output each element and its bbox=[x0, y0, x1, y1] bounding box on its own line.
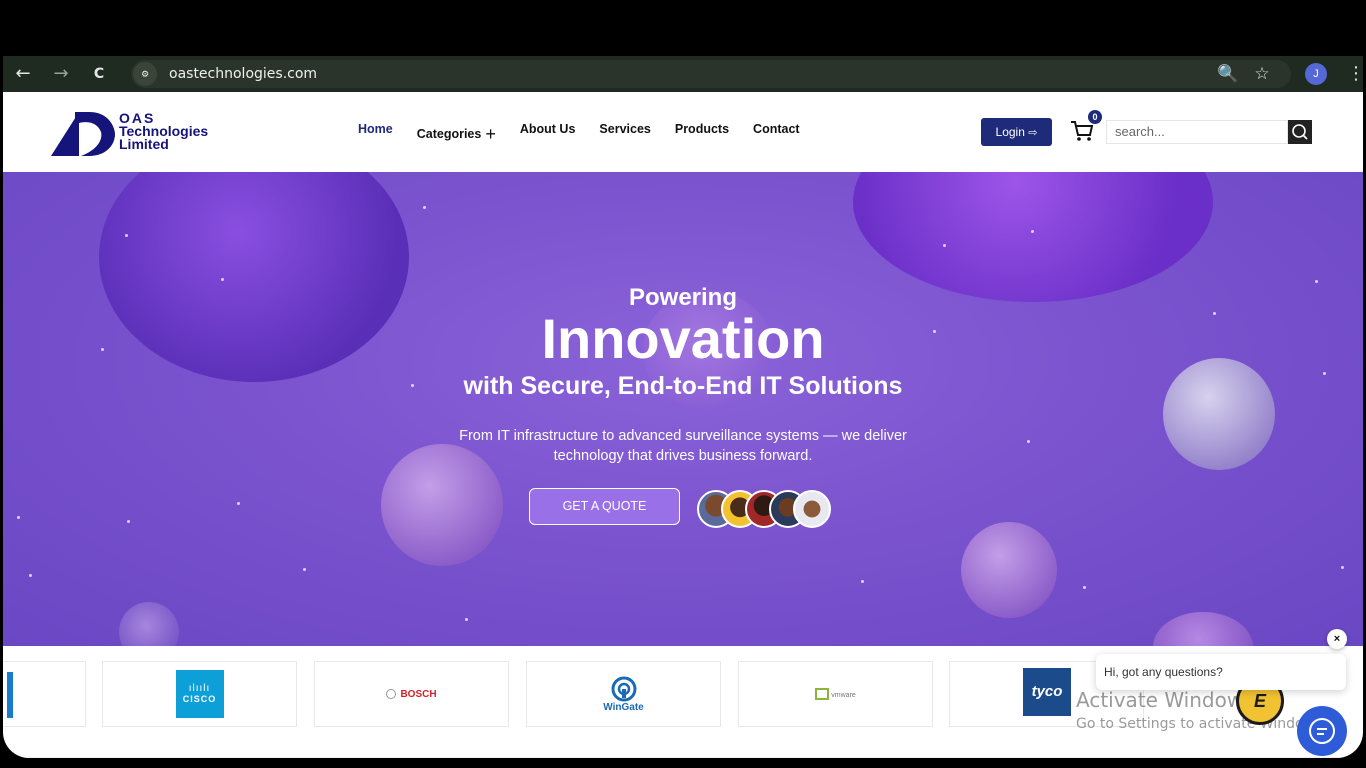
search-icon[interactable] bbox=[1288, 120, 1312, 144]
forward-icon[interactable]: → bbox=[49, 62, 73, 86]
bosch-text: BOSCH bbox=[400, 688, 437, 700]
login-button[interactable]: Login ⇨ bbox=[981, 118, 1052, 146]
brand-card[interactable] bbox=[3, 661, 86, 727]
chat-icon bbox=[1309, 718, 1335, 744]
zoom-icon[interactable]: 🔍 bbox=[1216, 62, 1240, 86]
brand-card-vmware[interactable]: vmware bbox=[738, 661, 933, 727]
tyco-logo: tyco bbox=[1023, 668, 1071, 716]
chat-launcher-button[interactable] bbox=[1297, 706, 1347, 756]
bookmark-star-icon[interactable]: ☆ bbox=[1250, 62, 1274, 86]
logo-mark-icon bbox=[51, 112, 115, 156]
brand-card-bosch[interactable]: BOSCH bbox=[314, 661, 509, 727]
customer-avatars bbox=[697, 490, 837, 528]
browser-toolbar: ← → C ⚙ oastechnologies.com 🔍 ☆ J ⋮ bbox=[3, 56, 1363, 92]
wingate-logo: WinGate bbox=[603, 676, 644, 713]
chat-greeting-bubble[interactable]: Hi, got any questions? bbox=[1096, 654, 1346, 690]
cisco-bars-icon: ılıılı bbox=[188, 683, 211, 694]
reload-icon[interactable]: C bbox=[87, 62, 111, 86]
logo-text: OAS Technologies Limited bbox=[119, 111, 208, 152]
profile-avatar[interactable]: J bbox=[1305, 63, 1327, 85]
nav-products[interactable]: Products bbox=[675, 122, 729, 142]
login-label: Login bbox=[995, 125, 1025, 139]
hero-subheading: with Secure, End-to-End IT Solutions bbox=[463, 372, 903, 400]
cart-count-badge: 0 bbox=[1088, 110, 1102, 124]
nav-contact[interactable]: Contact bbox=[753, 122, 800, 142]
vmware-text: vmware bbox=[831, 692, 856, 699]
company-logo[interactable]: OAS Technologies Limited bbox=[49, 110, 219, 156]
hero-description-line-2: technology that drives business forward. bbox=[553, 448, 813, 464]
site-info-icon[interactable]: ⚙ bbox=[133, 62, 157, 86]
cisco-logo: ılıılı CISCO bbox=[175, 670, 224, 718]
nav-categories[interactable]: Categories + bbox=[416, 122, 496, 144]
hero-description-line-1: From IT infrastructure to advanced surve… bbox=[459, 428, 907, 444]
back-icon[interactable]: ← bbox=[11, 62, 35, 86]
url-text[interactable]: oastechnologies.com bbox=[169, 66, 317, 82]
bosch-logo: BOSCH bbox=[386, 688, 437, 700]
wingate-text: WinGate bbox=[603, 701, 644, 713]
activate-windows-title: Activate Windows bbox=[1076, 688, 1254, 712]
brand-card-wingate[interactable]: WinGate bbox=[526, 661, 721, 727]
vmware-logo: vmware bbox=[815, 688, 856, 700]
activate-windows-subtitle: Go to Settings to activate Windows. bbox=[1076, 716, 1327, 732]
hero-content: Powering Innovation with Secure, End-to-… bbox=[3, 172, 1363, 646]
nav-categories-label: Categories bbox=[416, 127, 482, 141]
hero-section: Powering Innovation with Secure, End-to-… bbox=[3, 172, 1363, 646]
hero-description: From IT infrastructure to advanced surve… bbox=[433, 426, 933, 466]
customer-avatar bbox=[793, 490, 831, 528]
main-navigation: Home Categories + About Us Services Produ… bbox=[358, 122, 800, 144]
partial-brand-logo bbox=[7, 672, 13, 718]
bosch-mark-icon bbox=[386, 688, 397, 699]
cisco-text: CISCO bbox=[182, 694, 217, 704]
logo-line-3: Limited bbox=[119, 136, 169, 152]
plus-icon: + bbox=[485, 124, 496, 144]
nav-about-us[interactable]: About Us bbox=[520, 122, 576, 142]
nav-services[interactable]: Services bbox=[599, 122, 650, 142]
get-a-quote-button[interactable]: GET A QUOTE bbox=[529, 488, 680, 525]
nav-home[interactable]: Home bbox=[358, 122, 393, 142]
device-frame: ← → C ⚙ oastechnologies.com 🔍 ☆ J ⋮ OAS … bbox=[0, 0, 1366, 768]
brand-card-cisco[interactable]: ılıılı CISCO bbox=[102, 661, 297, 727]
wingate-icon bbox=[611, 676, 636, 701]
browser-menu-icon[interactable]: ⋮ bbox=[1347, 62, 1363, 86]
close-icon[interactable]: × bbox=[1327, 629, 1347, 649]
login-icon: ⇨ bbox=[1028, 126, 1038, 139]
search-input[interactable]: search... bbox=[1106, 120, 1288, 144]
vmware-mark-icon bbox=[815, 688, 830, 700]
site-header: OAS Technologies Limited Home Categories… bbox=[3, 92, 1363, 172]
screen: ← → C ⚙ oastechnologies.com 🔍 ☆ J ⋮ OAS … bbox=[3, 10, 1363, 758]
hero-heading-innovation: Innovation bbox=[541, 307, 825, 370]
